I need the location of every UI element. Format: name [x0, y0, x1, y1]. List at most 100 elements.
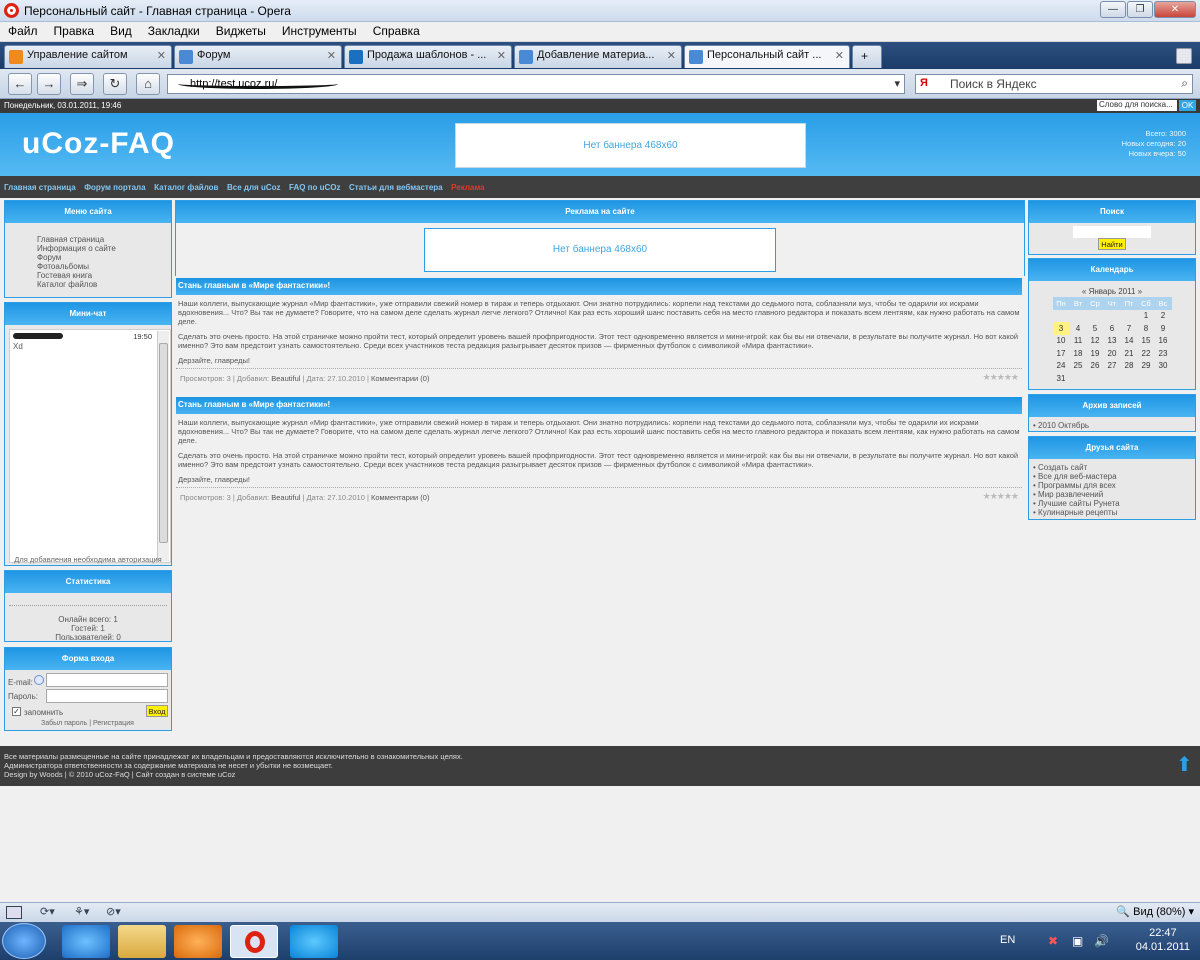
network-icon[interactable]: ✖ [1048, 934, 1058, 948]
chat-messages[interactable]: 19:50 Xd [9, 329, 171, 563]
post-title[interactable]: Стань главным в «Мире фантастики»! [176, 397, 1022, 414]
menu-item-guestbook[interactable]: Гостевая книга [37, 271, 171, 280]
calendar-day[interactable]: 27 [1104, 360, 1121, 373]
trash-icon[interactable] [1176, 48, 1192, 64]
post-author[interactable]: Beautiful [271, 374, 300, 383]
calendar-day[interactable]: 18 [1070, 347, 1087, 360]
nav-faq[interactable]: FAQ по uCOz [289, 183, 341, 192]
nav-ucoz[interactable]: Все для uCoz [227, 183, 281, 192]
menu-help[interactable]: Справка [365, 22, 428, 38]
nav-ads[interactable]: Реклама [451, 183, 484, 192]
chevron-down-icon[interactable]: ▾ [894, 77, 900, 90]
calendar-day[interactable]: 5 [1087, 322, 1104, 335]
calendar-day[interactable]: 30 [1155, 360, 1172, 373]
top-search-ok-button[interactable]: OK [1179, 100, 1196, 111]
calendar-day[interactable]: 13 [1104, 335, 1121, 348]
calendar-day[interactable]: 2 [1155, 310, 1172, 323]
chat-scrollbar[interactable] [157, 331, 169, 561]
tab-personal-site[interactable]: Персональный сайт ... ✕ [684, 45, 850, 68]
tab-templates[interactable]: Продажа шаблонов - ... ✕ [344, 45, 512, 68]
turbo-icon[interactable]: ⊘▾ [106, 905, 121, 918]
action-center-icon[interactable]: ▣ [1072, 934, 1083, 948]
calendar-day[interactable]: 7 [1121, 322, 1138, 335]
forward-button[interactable]: → [37, 73, 61, 95]
scroll-up-arrow-icon[interactable]: ⬆ [1176, 755, 1193, 776]
calendar-day[interactable]: 28 [1121, 360, 1138, 373]
new-tab-button[interactable]: + [852, 45, 882, 68]
forgot-password-link[interactable]: Забыл пароль [41, 720, 87, 727]
menu-item-info[interactable]: Информация о сайте [37, 244, 171, 253]
calendar-day[interactable]: 15 [1138, 335, 1155, 348]
calendar-day[interactable]: 31 [1053, 372, 1070, 385]
media-player-icon[interactable] [174, 925, 222, 958]
top-search-input[interactable]: Слово для поиска... [1097, 100, 1177, 111]
calendar-day[interactable]: 3 [1052, 322, 1070, 335]
close-tab-icon[interactable]: ✕ [497, 49, 506, 62]
rating-stars[interactable]: ★★★★★ [983, 372, 1019, 383]
friend-link[interactable]: Мир развлечений [1038, 490, 1103, 499]
sync-icon[interactable]: ⟳▾ [40, 905, 55, 918]
unite-icon[interactable]: ⚘▾ [74, 905, 89, 918]
calendar-day[interactable]: 25 [1070, 360, 1087, 373]
menu-item-photos[interactable]: Фотоальбомы [37, 262, 171, 271]
remember-checkbox[interactable]: ✓ [12, 707, 21, 716]
reload-button[interactable]: ↻ [103, 73, 127, 95]
friend-link[interactable]: Создать сайт [1038, 463, 1087, 472]
menu-bookmarks[interactable]: Закладки [140, 22, 208, 38]
calendar-day[interactable]: 29 [1138, 360, 1155, 373]
language-indicator[interactable]: EN [1000, 934, 1015, 946]
address-field[interactable]: http://test.ucoz.ru/ ▾ [167, 74, 905, 94]
close-tab-icon[interactable]: ✕ [327, 49, 336, 62]
menu-edit[interactable]: Правка [46, 22, 103, 38]
search-icon[interactable]: ⌕ [1181, 76, 1188, 91]
close-tab-icon[interactable]: ✕ [667, 49, 676, 62]
nav-files[interactable]: Каталог файлов [154, 183, 218, 192]
archive-item[interactable]: 2010 Октябрь [1038, 421, 1089, 430]
tab-forum[interactable]: Форум ✕ [174, 45, 342, 68]
tab-add-material[interactable]: Добавление материа... ✕ [514, 45, 682, 68]
site-search-input[interactable] [1073, 226, 1151, 238]
start-button[interactable] [2, 923, 46, 959]
menu-item-forum[interactable]: Форум [37, 253, 171, 262]
rating-stars[interactable]: ★★★★★ [983, 491, 1019, 502]
menu-item-files[interactable]: Каталог файлов [37, 280, 171, 289]
close-window-button[interactable]: ✕ [1154, 1, 1196, 18]
calendar-day[interactable]: 11 [1070, 335, 1087, 348]
yandex-icon[interactable]: Я [920, 77, 934, 91]
calendar-day[interactable]: 9 [1155, 322, 1172, 335]
skype-icon[interactable] [290, 925, 338, 958]
close-tab-icon[interactable]: ✕ [835, 49, 844, 62]
close-tab-icon[interactable]: ✕ [157, 49, 166, 62]
volume-icon[interactable]: 🔊 [1094, 934, 1109, 948]
email-field[interactable] [46, 673, 168, 687]
calendar-day[interactable]: 23 [1155, 347, 1172, 360]
calendar-day[interactable]: 26 [1087, 360, 1104, 373]
post-author[interactable]: Beautiful [271, 493, 300, 502]
calendar-month[interactable]: « Январь 2011 » [1029, 281, 1195, 297]
panel-toggle-icon[interactable] [6, 906, 22, 919]
calendar-day[interactable]: 24 [1053, 360, 1070, 373]
site-search-button[interactable]: Найти [1098, 238, 1126, 250]
site-logo[interactable]: uCoz-FAQ [22, 127, 175, 161]
internet-explorer-icon[interactable] [62, 925, 110, 958]
tab-site-management[interactable]: Управление сайтом ✕ [4, 45, 172, 68]
minimize-button[interactable]: — [1100, 1, 1126, 18]
nav-forum[interactable]: Форум портала [84, 183, 145, 192]
menu-view[interactable]: Вид [102, 22, 140, 38]
calendar-day[interactable]: 21 [1121, 347, 1138, 360]
calendar-day[interactable]: 6 [1104, 322, 1121, 335]
calendar-day[interactable]: 8 [1138, 322, 1155, 335]
zoom-control[interactable]: 🔍 Вид (80%) ▾ [1116, 905, 1194, 918]
post-title[interactable]: Стань главным в «Мире фантастики»! [176, 278, 1022, 295]
calendar-day[interactable]: 17 [1053, 347, 1070, 360]
search-field[interactable]: Я Поиск в Яндекс ⌕ [915, 74, 1193, 94]
menu-file[interactable]: Файл [0, 22, 46, 38]
post-comments-link[interactable]: Комментарии (0) [371, 374, 430, 383]
calendar-day[interactable]: 14 [1121, 335, 1138, 348]
nav-home[interactable]: Главная страница [4, 183, 76, 192]
menu-tools[interactable]: Инструменты [274, 22, 365, 38]
calendar-day[interactable]: 20 [1104, 347, 1121, 360]
friend-link[interactable]: Лучшие сайты Рунета [1038, 499, 1120, 508]
system-clock[interactable]: 22:47 04.01.2011 [1136, 926, 1190, 954]
post-comments-link[interactable]: Комментарии (0) [371, 493, 430, 502]
